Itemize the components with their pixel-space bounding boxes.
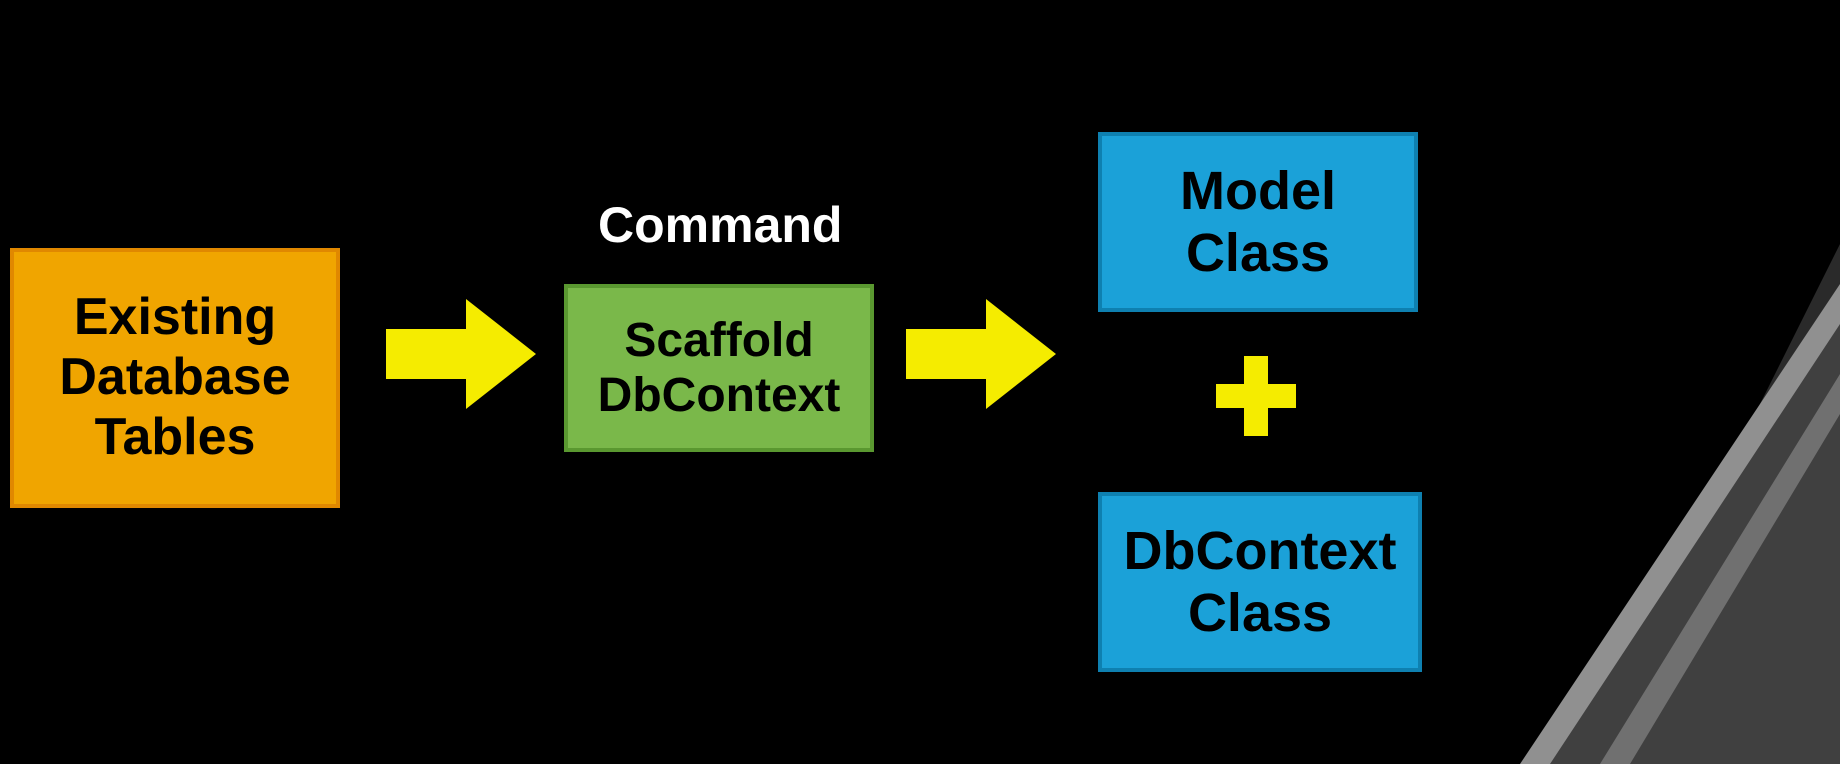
model-line1: Model <box>1180 160 1336 222</box>
model-line2: Class <box>1186 222 1330 284</box>
model-class-box: Model Class <box>1098 132 1418 312</box>
existing-database-tables-box: Existing Database Tables <box>10 248 340 508</box>
existing-line2: Database <box>59 348 290 408</box>
scaffold-dbcontext-box: Scaffold DbContext <box>564 284 874 452</box>
command-label: Command <box>598 196 838 254</box>
dbcontext-class-box: DbContext Class <box>1098 492 1422 672</box>
arrow-right-icon <box>386 294 536 414</box>
existing-line3: Tables <box>95 408 256 468</box>
arrow-right-icon <box>906 294 1056 414</box>
plus-icon <box>1216 356 1296 436</box>
dbcontext-line2: Class <box>1188 582 1332 644</box>
scaffold-line2: DbContext <box>598 368 841 423</box>
scaffold-line1: Scaffold <box>624 313 813 368</box>
dbcontext-line1: DbContext <box>1124 520 1397 582</box>
existing-line1: Existing <box>74 288 276 348</box>
